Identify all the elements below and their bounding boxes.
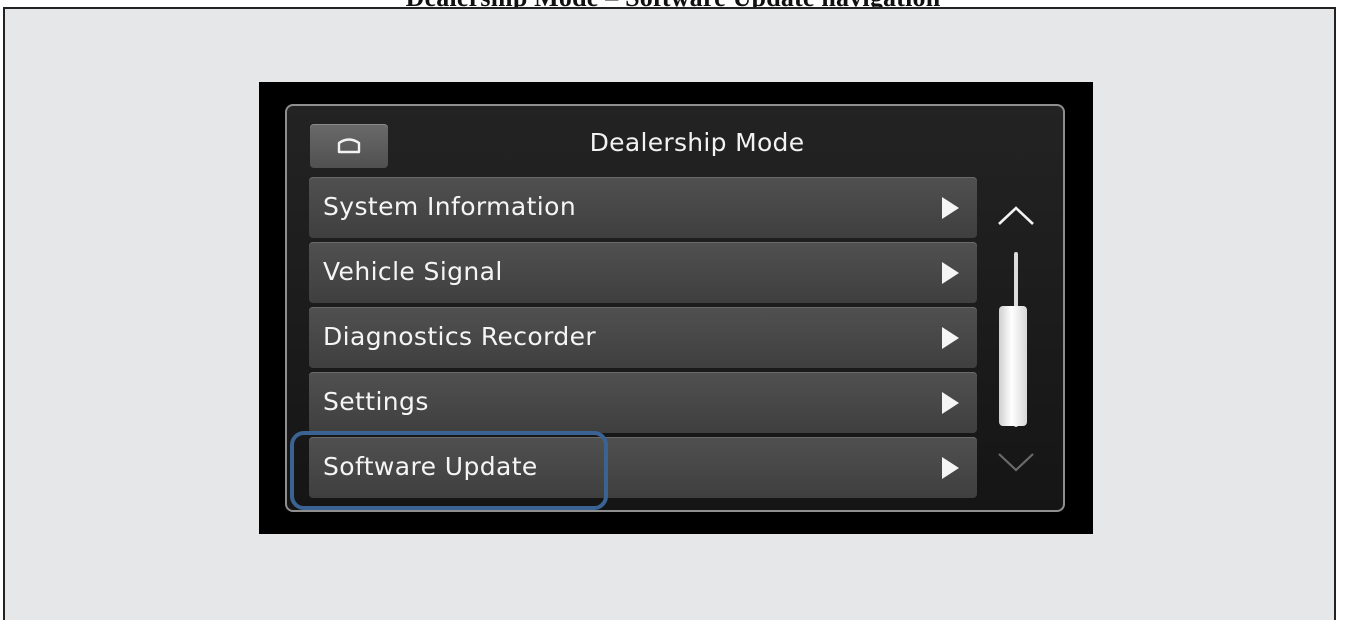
- arrow-right-icon: [942, 197, 959, 219]
- infotainment-screen: Dealership Mode System Information Vehic…: [259, 82, 1093, 534]
- chevron-up-icon[interactable]: [993, 202, 1039, 230]
- arrow-right-icon: [942, 392, 959, 414]
- screen-title: Dealership Mode: [589, 128, 805, 157]
- menu-item-label: Settings: [323, 387, 429, 416]
- menu-item-diagnostics-recorder[interactable]: Diagnostics Recorder: [309, 307, 977, 368]
- dealership-mode-panel: Dealership Mode System Information Vehic…: [285, 104, 1065, 512]
- menu-item-settings[interactable]: Settings: [309, 372, 977, 433]
- menu-item-label: Diagnostics Recorder: [323, 322, 597, 351]
- arrow-right-icon: [942, 327, 959, 349]
- menu-item-software-update[interactable]: Software Update: [309, 437, 977, 498]
- page: Dealership Mode – Software Update naviga…: [0, 0, 1346, 620]
- menu-item-system-information[interactable]: System Information: [309, 177, 977, 238]
- chevron-down-icon[interactable]: [993, 448, 1039, 476]
- menu-item-label: System Information: [323, 192, 577, 221]
- scrollbar-thumb[interactable]: [999, 306, 1027, 426]
- home-button[interactable]: [310, 124, 388, 168]
- arrow-right-icon: [942, 457, 959, 479]
- menu-item-label: Vehicle Signal: [323, 257, 503, 286]
- menu-item-label: Software Update: [323, 452, 538, 481]
- menu-item-vehicle-signal[interactable]: Vehicle Signal: [309, 242, 977, 303]
- home-icon: [337, 138, 361, 154]
- arrow-right-icon: [942, 262, 959, 284]
